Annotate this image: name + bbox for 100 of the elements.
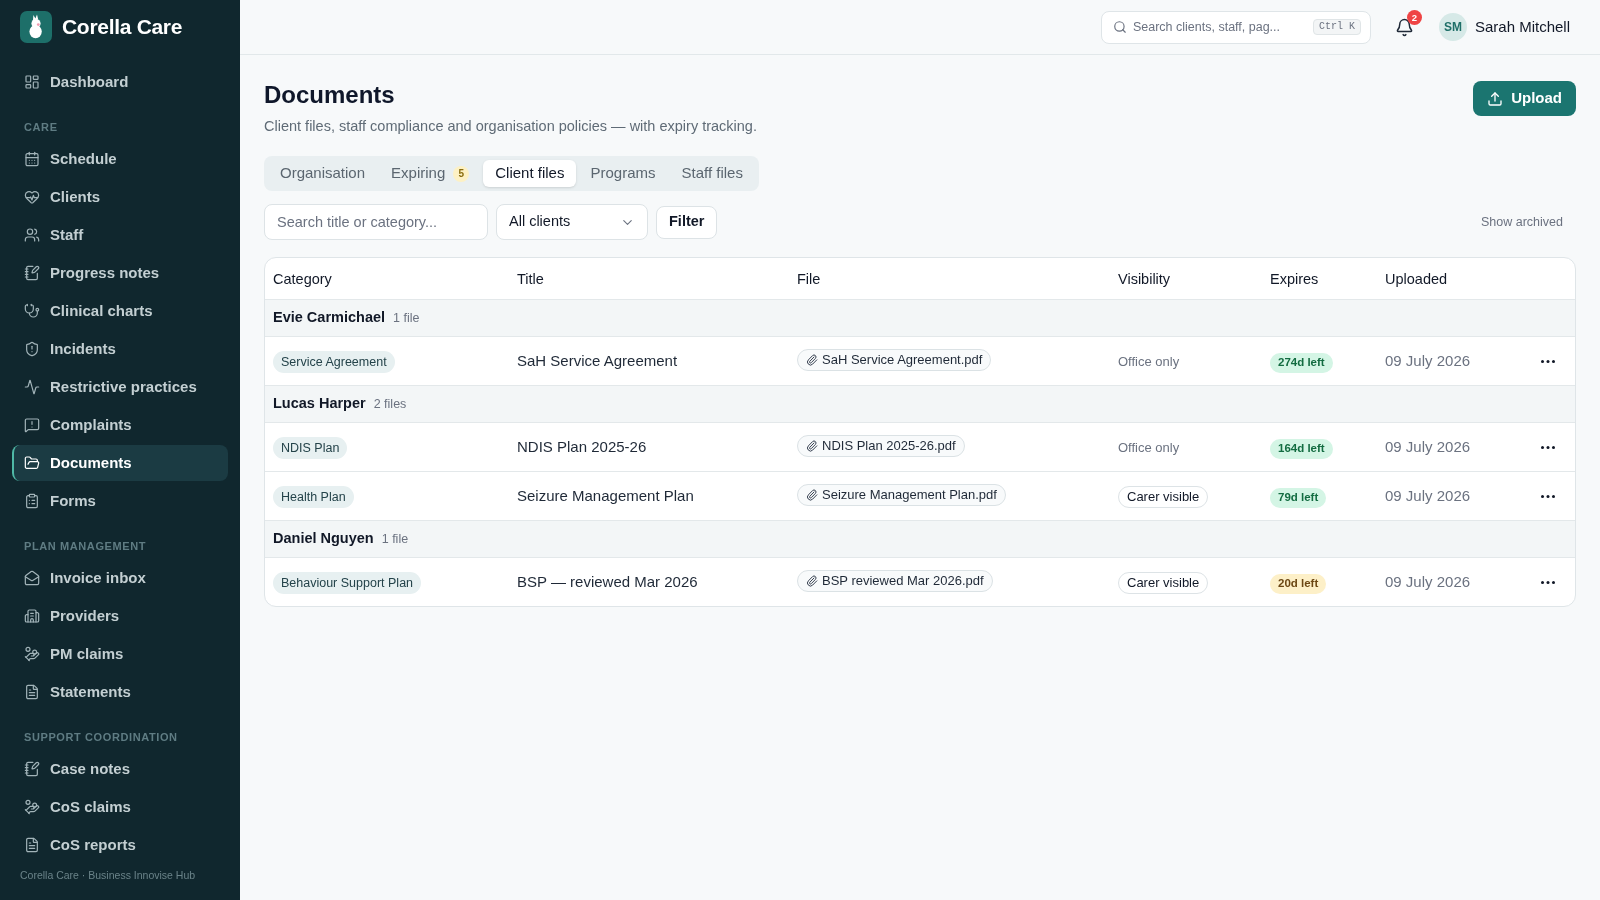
- category-tag: Service Agreement: [273, 351, 395, 374]
- file-link[interactable]: NDIS Plan 2025-26.pdf: [797, 435, 965, 457]
- expiry-tag: 164d left: [1270, 438, 1333, 459]
- hand-coins-icon: [24, 646, 40, 662]
- category-tag: Health Plan: [273, 486, 354, 509]
- nav-item[interactable]: Incidents: [12, 331, 228, 367]
- tab[interactable]: Organisation: [268, 160, 378, 187]
- notebook-pen-icon: [24, 761, 40, 777]
- nav-item[interactable]: Documents: [12, 445, 228, 481]
- visibility-text: Office only: [1118, 440, 1180, 455]
- upload-date: 09 July 2026: [1385, 352, 1471, 369]
- nav-item[interactable]: CoS claims: [12, 789, 228, 825]
- client-name: Lucas Harper: [273, 394, 366, 414]
- search-icon: [1112, 19, 1127, 34]
- column-header: Category: [273, 270, 332, 287]
- visibility-text: Office only: [1118, 354, 1180, 369]
- folder-icon: [24, 455, 40, 471]
- message-alert-icon: [24, 417, 40, 433]
- nav-item[interactable]: PM claims: [12, 636, 228, 672]
- user-name[interactable]: Sarah Mitchell: [1474, 15, 1570, 39]
- ellipsis-icon: [1540, 359, 1555, 363]
- notebook-pen-icon: [24, 265, 40, 281]
- file-count: 2 files: [373, 395, 407, 413]
- upload-date: 09 July 2026: [1385, 573, 1471, 590]
- paperclip-icon: [806, 440, 818, 452]
- paperclip-icon: [806, 489, 818, 501]
- document-title: NDIS Plan 2025-26: [517, 438, 647, 455]
- ellipsis-icon: [1540, 580, 1555, 584]
- client-select[interactable]: All clients: [496, 204, 648, 240]
- building-icon: [24, 608, 40, 624]
- category-tag: NDIS Plan: [273, 437, 348, 460]
- calendar-icon: [24, 151, 40, 167]
- nav-item[interactable]: Schedule: [12, 141, 228, 177]
- column-header: Title: [517, 270, 544, 287]
- filter-button[interactable]: Filter: [656, 205, 718, 239]
- nav-item[interactable]: Statements: [12, 674, 228, 710]
- ellipsis-icon: [1540, 494, 1555, 498]
- nav-item[interactable]: Providers: [12, 598, 228, 634]
- footer-text: Corella Care · Business Innovise Hub: [19, 868, 197, 883]
- column-header: Uploaded: [1385, 270, 1448, 287]
- user-avatar[interactable]: SM: [1438, 13, 1467, 41]
- page-subtitle: Client files, staff compliance and organisation policies — with expiry tracking.: [264, 117, 757, 136]
- nav-item[interactable]: Clinical charts: [12, 293, 228, 329]
- search-field[interactable]: Search title or category...: [264, 204, 488, 240]
- grid-icon: [24, 74, 40, 90]
- tab[interactable]: Expiring 5: [379, 160, 482, 187]
- expiry-tag: 274d left: [1270, 352, 1333, 373]
- upload-button[interactable]: Upload: [1473, 81, 1576, 116]
- tab[interactable]: Client files: [483, 160, 577, 187]
- document-icon: [24, 837, 40, 853]
- bell-icon: [1395, 17, 1415, 37]
- section-heading: SUPPORT COORDINATION: [23, 730, 179, 745]
- section-heading: CARE: [23, 120, 59, 135]
- show-archived-button[interactable]: Show archived: [1481, 212, 1563, 232]
- file-link[interactable]: SaH Service Agreement.pdf: [797, 349, 992, 371]
- hand-coins-icon: [24, 799, 40, 815]
- ellipsis-icon: [1540, 445, 1555, 449]
- tab[interactable]: Programs: [578, 160, 668, 187]
- nav-item[interactable]: Invoice inbox: [12, 560, 228, 596]
- tab[interactable]: Staff files: [669, 160, 755, 187]
- section-heading: PLAN MANAGEMENT: [23, 539, 148, 554]
- heart-pulse-icon: [24, 189, 40, 205]
- document-title: Seizure Management Plan: [517, 487, 694, 504]
- nav-item[interactable]: Case notes: [12, 751, 228, 787]
- pulse-line-icon: [24, 379, 40, 395]
- paperclip-icon: [806, 575, 818, 587]
- paperclip-icon: [806, 354, 818, 366]
- file-link[interactable]: BSP reviewed Mar 2026.pdf: [797, 570, 993, 592]
- column-header: Expires: [1270, 270, 1319, 287]
- file-count: 1 file: [381, 530, 409, 548]
- nav-item[interactable]: CoS reports: [12, 827, 228, 863]
- page-title: Documents: [264, 80, 396, 110]
- expiry-tag: 20d left: [1270, 573, 1327, 594]
- nav-item[interactable]: Staff: [12, 217, 228, 253]
- client-name: Evie Carmichael: [273, 308, 386, 328]
- nav-item[interactable]: Restrictive practices: [12, 369, 228, 405]
- nav-item[interactable]: Dashboard: [12, 64, 228, 100]
- document-title: BSP — reviewed Mar 2026: [517, 573, 698, 590]
- upload-date: 09 July 2026: [1385, 487, 1471, 504]
- mail-open-icon: [24, 570, 40, 586]
- shield-alert-icon: [24, 341, 40, 357]
- upload-icon: [1487, 90, 1504, 107]
- nav-item[interactable]: Progress notes: [12, 255, 228, 291]
- notifications-button[interactable]: 2: [1390, 13, 1419, 41]
- stethoscope-icon: [24, 303, 40, 319]
- nav-item[interactable]: Complaints: [12, 407, 228, 443]
- count-badge: 5: [453, 165, 470, 182]
- nav-item[interactable]: Clients: [12, 179, 228, 215]
- users-icon: [24, 227, 40, 243]
- notification-count: 2: [1406, 10, 1422, 25]
- clipboard-icon: [24, 493, 40, 509]
- document-icon: [24, 684, 40, 700]
- visibility-tag: Carer visible: [1118, 485, 1209, 508]
- brand-name: Corella Care: [62, 14, 183, 41]
- nav-item[interactable]: Forms: [12, 483, 228, 519]
- document-title: SaH Service Agreement: [517, 352, 678, 369]
- file-link[interactable]: Seizure Management Plan.pdf: [797, 484, 1006, 506]
- column-header: File: [797, 270, 821, 287]
- file-count: 1 file: [393, 309, 420, 327]
- upload-date: 09 July 2026: [1385, 438, 1471, 455]
